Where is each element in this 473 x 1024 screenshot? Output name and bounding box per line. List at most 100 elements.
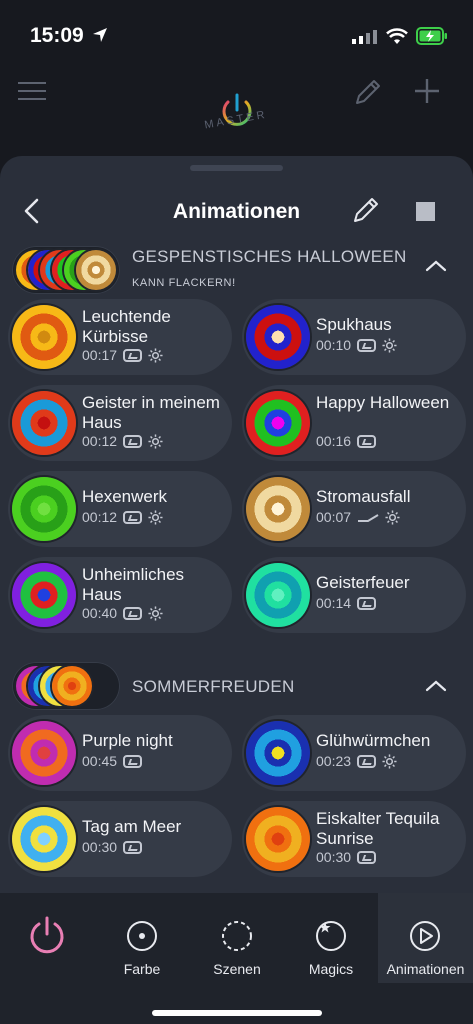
animation-card[interactable]: Unheimliches Haus 00:40 xyxy=(8,557,232,633)
collapse-chevron-icon[interactable] xyxy=(424,678,448,694)
tab-label: Farbe xyxy=(123,961,161,977)
animation-meta: 00:14 xyxy=(316,595,377,611)
animation-card[interactable]: Stromausfall 00:07 xyxy=(242,471,466,547)
brightness-icon xyxy=(382,337,397,353)
collapse-chevron-icon[interactable] xyxy=(424,258,448,274)
status-time: 15:09 xyxy=(30,24,84,47)
animation-duration: 00:45 xyxy=(82,753,118,769)
tab-power[interactable] xyxy=(0,893,94,983)
animation-duration: 00:30 xyxy=(82,839,118,855)
edit-pencil-icon[interactable] xyxy=(350,194,382,226)
animation-name: Spukhaus xyxy=(316,315,392,334)
group-title: GESPENSTISCHES HALLOWEEN xyxy=(132,247,407,266)
animation-name: Leuchtende Kürbisse xyxy=(82,307,171,346)
magics-icon xyxy=(316,921,346,951)
group-title: SOMMERFREUDEN xyxy=(132,677,295,696)
animation-card[interactable]: Tag am Meer 00:30 xyxy=(8,801,232,877)
loop-icon xyxy=(123,510,143,524)
sheet-header: Animationen xyxy=(0,192,473,232)
animation-name: Happy Halloween xyxy=(316,393,450,412)
brightness-icon xyxy=(148,433,163,449)
sheet-grabber[interactable] xyxy=(190,165,283,171)
animation-duration: 00:30 xyxy=(316,849,352,865)
stack-preview-disc xyxy=(76,250,116,290)
tab-magics[interactable]: Magics xyxy=(284,893,378,983)
loop-icon xyxy=(357,434,377,448)
animation-card[interactable]: Eiskalter Tequila Sunrise 00:30 xyxy=(242,801,466,877)
wifi-icon xyxy=(386,28,408,44)
animation-duration: 00:12 xyxy=(82,433,118,449)
animation-card[interactable]: Leuchtende Kürbisse 00:17 xyxy=(8,299,232,375)
hamburger-menu-icon[interactable] xyxy=(18,80,48,102)
animation-preview-disc xyxy=(12,721,76,785)
brightness-icon xyxy=(148,347,163,363)
animation-preview-disc xyxy=(246,477,310,541)
animation-meta: 00:12 xyxy=(82,509,163,525)
animation-preview-disc xyxy=(246,391,310,455)
animation-meta: 00:12 xyxy=(82,433,163,449)
animation-name: Purple night xyxy=(82,731,173,750)
animation-card[interactable]: Geisterfeuer 00:14 xyxy=(242,557,466,633)
tab-animationen[interactable]: Animationen xyxy=(378,893,473,983)
color-icon xyxy=(127,921,157,951)
animation-card[interactable]: Spukhaus 00:10 xyxy=(242,299,466,375)
animation-name: Glühwürmchen xyxy=(316,731,431,750)
animation-duration: 00:40 xyxy=(82,605,118,621)
animation-duration: 00:14 xyxy=(316,595,352,611)
animation-duration: 00:10 xyxy=(316,337,352,353)
play-icon xyxy=(410,921,440,951)
animation-preview-disc xyxy=(12,391,76,455)
animation-duration: 00:07 xyxy=(316,509,352,525)
animation-preview-disc xyxy=(12,807,76,871)
animation-name: Unheimliches Haus xyxy=(82,565,185,604)
loop-icon xyxy=(123,348,143,362)
loop-icon xyxy=(123,840,143,854)
animation-meta: 00:17 xyxy=(82,347,163,363)
location-arrow-icon xyxy=(93,28,107,42)
animation-duration: 00:16 xyxy=(316,433,352,449)
brightness-icon xyxy=(382,753,397,769)
loop-icon xyxy=(357,338,377,352)
animation-card[interactable]: Purple night 00:45 xyxy=(8,715,232,791)
fade-icon xyxy=(358,514,379,522)
animation-group: SOMMERFREUDEN xyxy=(0,660,473,720)
edit-pencil-icon[interactable] xyxy=(352,76,384,108)
animation-meta: 00:07 xyxy=(316,509,400,525)
stop-button[interactable] xyxy=(416,202,435,221)
loop-icon xyxy=(123,754,143,768)
animation-meta: 00:30 xyxy=(82,839,143,855)
loop-icon xyxy=(357,754,377,768)
tab-farbe[interactable]: Farbe xyxy=(94,893,190,983)
animation-name: Stromausfall xyxy=(316,487,411,506)
animation-card[interactable]: Happy Halloween 00:16 xyxy=(242,385,466,461)
animation-card[interactable]: Hexenwerk 00:12 xyxy=(8,471,232,547)
animation-card[interactable]: Geister in meinem Haus 00:12 xyxy=(8,385,232,461)
home-indicator[interactable] xyxy=(152,1010,322,1016)
animation-duration: 00:23 xyxy=(316,753,352,769)
loop-icon xyxy=(123,434,143,448)
power-icon xyxy=(30,916,64,954)
tab-szenen[interactable]: Szenen xyxy=(190,893,284,983)
animation-name: Hexenwerk xyxy=(82,487,168,506)
animation-card[interactable]: Glühwürmchen 00:23 xyxy=(242,715,466,791)
animation-meta: 00:30 xyxy=(316,849,377,865)
animation-meta: 00:23 xyxy=(316,753,397,769)
cellular-signal-icon xyxy=(352,30,377,44)
sheet-title: Animationen xyxy=(172,200,301,223)
animation-preview-disc xyxy=(246,807,310,871)
animation-duration: 00:12 xyxy=(82,509,118,525)
brightness-icon xyxy=(148,509,163,525)
animation-meta: 00:45 xyxy=(82,753,143,769)
group-stack-preview[interactable] xyxy=(12,246,120,294)
add-plus-icon[interactable] xyxy=(412,76,442,106)
status-bar: 15:09 xyxy=(0,0,473,70)
group-stack-preview[interactable] xyxy=(12,662,120,710)
animations-sheet: Animationen GESPENSTISCHES HALLOWEEN KAN… xyxy=(0,156,473,896)
tab-label: Magics xyxy=(308,961,354,977)
animation-preview-disc xyxy=(246,563,310,627)
animation-meta: 00:10 xyxy=(316,337,397,353)
animation-preview-disc xyxy=(246,305,310,369)
battery-charging-icon xyxy=(416,27,447,45)
animation-preview-disc xyxy=(12,305,76,369)
scenes-icon xyxy=(222,921,252,951)
